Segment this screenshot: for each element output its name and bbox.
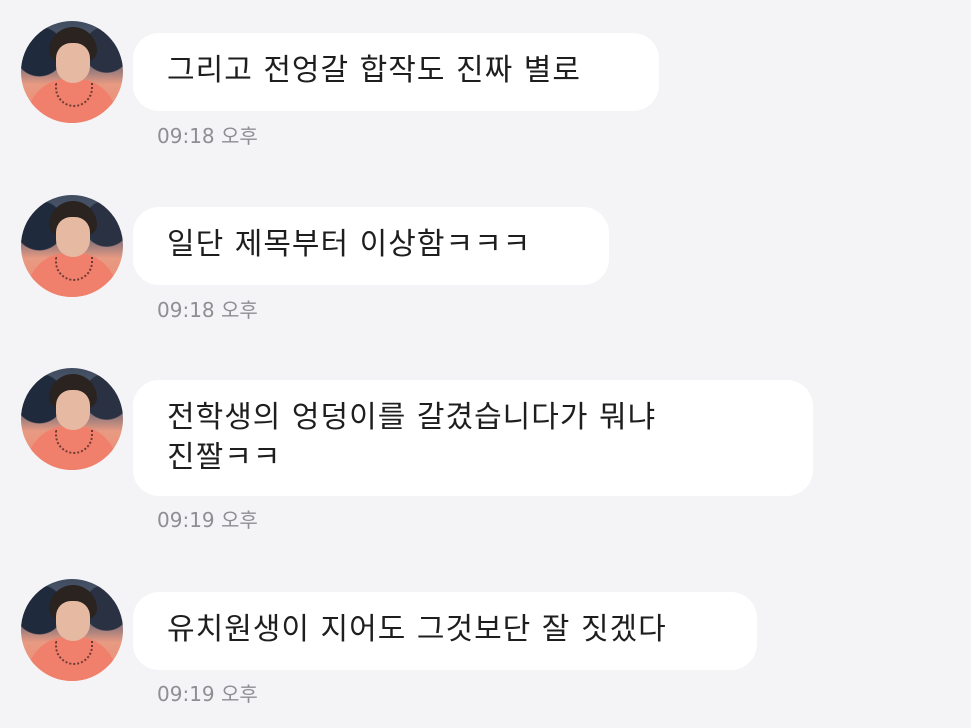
message-text: 그리고 전엉갈 합작도 진짜 별로	[167, 53, 581, 88]
message-text: 진짤ㅋㅋ	[167, 440, 282, 475]
sender-avatar[interactable]	[21, 195, 123, 297]
timestamp-period: 오후	[221, 298, 258, 322]
message-timestamp: 09:18 오후	[157, 298, 258, 322]
timestamp-time: 09:18	[157, 124, 215, 148]
timestamp-period: 오후	[221, 682, 258, 706]
sender-avatar[interactable]	[21, 21, 123, 123]
timestamp-time: 09:19	[157, 508, 215, 532]
message-text: 전학생의 엉덩이를 갈겼습니다가 뭐냐	[167, 400, 657, 435]
message-bubble[interactable]: 전학생의 엉덩이를 갈겼습니다가 뭐냐 진짤ㅋㅋ	[133, 380, 813, 496]
message-timestamp: 09:19 오후	[157, 508, 258, 532]
sender-avatar[interactable]	[21, 368, 123, 470]
message-timestamp: 09:19 오후	[157, 682, 258, 706]
timestamp-time: 09:19	[157, 682, 215, 706]
timestamp-time: 09:18	[157, 298, 215, 322]
chat-log: 그리고 전엉갈 합작도 진짜 별로 09:18 오후 일단 제목부터 이상함ㅋㅋ…	[0, 0, 971, 728]
message-bubble[interactable]: 그리고 전엉갈 합작도 진짜 별로	[133, 33, 659, 111]
message-bubble[interactable]: 유치원생이 지어도 그것보단 잘 짓겠다	[133, 592, 757, 670]
message-bubble[interactable]: 일단 제목부터 이상함ㅋㅋㅋ	[133, 207, 609, 285]
message-text: 일단 제목부터 이상함ㅋㅋㅋ	[167, 227, 532, 262]
sender-avatar[interactable]	[21, 579, 123, 681]
message-text: 유치원생이 지어도 그것보단 잘 짓겠다	[167, 612, 667, 647]
timestamp-period: 오후	[221, 508, 258, 532]
message-timestamp: 09:18 오후	[157, 124, 258, 148]
timestamp-period: 오후	[221, 124, 258, 148]
